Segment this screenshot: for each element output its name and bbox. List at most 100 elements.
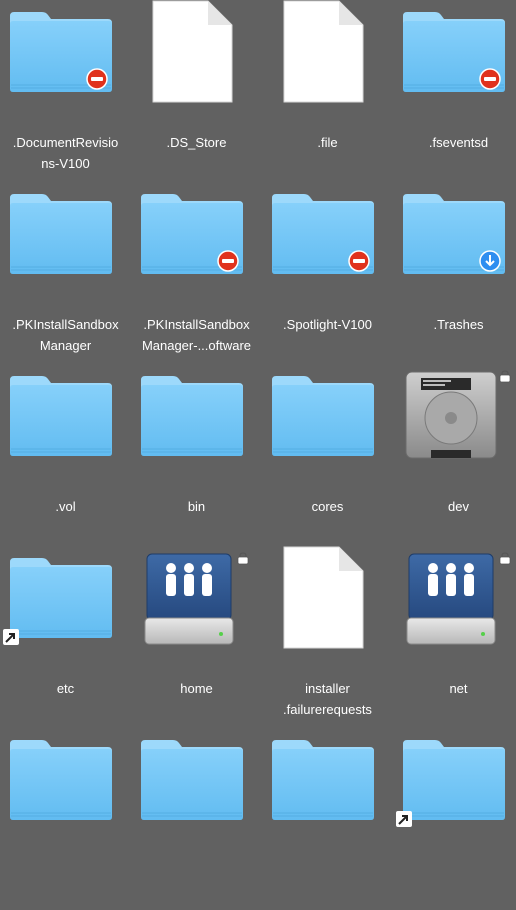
file-item-folder[interactable]: .Spotlight-V100 xyxy=(262,182,393,364)
file-item-icon[interactable] xyxy=(131,728,262,838)
file-item-folder[interactable] xyxy=(393,728,516,910)
file-item-document[interactable]: installer .failurerequests xyxy=(262,546,393,728)
file-item-label-line: home xyxy=(180,681,213,696)
file-item-icon[interactable] xyxy=(131,0,262,110)
file-item-icon[interactable] xyxy=(131,182,262,292)
folder-icon xyxy=(272,376,374,456)
file-item-document[interactable]: .DS_Store xyxy=(131,0,262,182)
file-item-icon[interactable] xyxy=(0,182,131,292)
folder-icon xyxy=(10,194,112,274)
file-item-label-line: cores xyxy=(311,499,344,514)
document-icon xyxy=(283,0,364,103)
internal-disk-icon xyxy=(405,371,497,459)
alias-arrow-icon xyxy=(3,629,19,645)
file-item-icon[interactable] xyxy=(393,364,516,474)
file-item-folder[interactable] xyxy=(131,728,262,910)
file-item-label-line: Manager xyxy=(39,338,92,353)
file-item-label[interactable]: .file xyxy=(262,132,393,153)
file-item-folder[interactable]: .PKInstallSandbox Manager-...oftware xyxy=(131,182,262,364)
file-item-folder[interactable] xyxy=(0,728,131,910)
file-item-icon[interactable] xyxy=(262,546,393,656)
file-item-label[interactable]: net xyxy=(393,678,516,699)
file-item-icon[interactable] xyxy=(393,728,516,838)
document-icon xyxy=(283,546,364,649)
file-item-label-line: net xyxy=(449,681,468,696)
file-item-icon[interactable] xyxy=(262,0,393,110)
file-item-label[interactable]: installer .failurerequests xyxy=(262,678,393,720)
file-item-icon[interactable] xyxy=(262,182,393,292)
file-item-label[interactable]: .Trashes xyxy=(393,314,516,335)
file-item-label-line: Manager-...oftware xyxy=(141,338,252,353)
folder-icon xyxy=(10,376,112,456)
file-item-label[interactable]: .Spotlight-V100 xyxy=(262,314,393,335)
file-item-label[interactable]: .PKInstallSandbox Manager-...oftware xyxy=(131,314,262,356)
file-item-label-line: .PKInstallSandbox xyxy=(143,317,250,332)
file-item-disk[interactable]: dev xyxy=(393,364,516,546)
file-item-label-line: .PKInstallSandbox xyxy=(12,317,119,332)
file-item-label-line: .DS_Store xyxy=(166,135,227,150)
file-item-label[interactable]: bin xyxy=(131,496,262,517)
file-item-label-line: .file xyxy=(317,135,338,150)
file-item-label-line: .Trashes xyxy=(433,317,484,332)
file-item-label-line: ns-V100 xyxy=(41,156,90,171)
file-item-icon[interactable] xyxy=(393,0,516,110)
file-item-label-line: .fseventsd xyxy=(428,135,489,150)
file-item-icon[interactable] xyxy=(0,728,131,838)
file-item-folder[interactable]: cores xyxy=(262,364,393,546)
file-item-label-line: .DocumentRevisio xyxy=(12,135,119,150)
file-item-label[interactable]: .fseventsd xyxy=(393,132,516,153)
file-item-label-line: dev xyxy=(448,499,469,514)
file-item-label-line: etc xyxy=(56,681,75,696)
no-entry-badge-icon xyxy=(479,68,501,90)
lock-icon xyxy=(237,552,249,565)
file-item-network-drive[interactable]: home xyxy=(131,546,262,728)
file-item-label[interactable]: home xyxy=(131,678,262,699)
file-item-icon[interactable] xyxy=(0,0,131,110)
file-item-folder[interactable]: .DocumentRevisio ns-V100 xyxy=(0,0,131,182)
network-drive-icon xyxy=(406,553,496,645)
file-item-folder[interactable]: .Trashes xyxy=(393,182,516,364)
no-entry-badge-icon xyxy=(348,250,370,272)
folder-icon xyxy=(141,376,243,456)
file-item-icon[interactable] xyxy=(262,364,393,474)
file-item-icon[interactable] xyxy=(131,546,262,656)
file-item-label[interactable]: dev xyxy=(393,496,516,517)
download-badge-icon xyxy=(479,250,501,272)
alias-arrow-icon xyxy=(396,811,412,827)
file-item-label[interactable]: .DocumentRevisio ns-V100 xyxy=(0,132,131,174)
folder-icon xyxy=(10,740,112,820)
file-item-label[interactable]: etc xyxy=(0,678,131,699)
file-item-label[interactable]: .DS_Store xyxy=(131,132,262,153)
folder-icon xyxy=(272,740,374,820)
document-icon xyxy=(152,0,233,103)
folder-icon xyxy=(403,740,505,820)
file-item-label-line: .failurerequests xyxy=(283,702,372,717)
file-item-icon[interactable] xyxy=(0,546,131,656)
file-item-icon[interactable] xyxy=(393,546,516,656)
folder-icon xyxy=(141,740,243,820)
file-item-label[interactable]: .PKInstallSandbox Manager xyxy=(0,314,131,356)
file-item-folder[interactable]: bin xyxy=(131,364,262,546)
file-item-label-line: .Spotlight-V100 xyxy=(283,317,372,332)
network-drive-icon xyxy=(144,553,234,645)
file-item-label[interactable]: cores xyxy=(262,496,393,517)
file-item-icon[interactable] xyxy=(262,728,393,838)
file-item-icon[interactable] xyxy=(0,364,131,474)
file-item-label[interactable]: .vol xyxy=(0,496,131,517)
file-item-document[interactable]: .file xyxy=(262,0,393,182)
file-item-folder[interactable]: .vol xyxy=(0,364,131,546)
no-entry-badge-icon xyxy=(217,250,239,272)
file-item-folder[interactable] xyxy=(262,728,393,910)
folder-icon xyxy=(10,558,112,638)
file-item-label-line: .vol xyxy=(55,499,76,514)
file-item-label-line: installer xyxy=(305,681,350,696)
file-item-label-line: bin xyxy=(187,499,206,514)
file-item-icon[interactable] xyxy=(393,182,516,292)
file-item-network-drive[interactable]: net xyxy=(393,546,516,728)
file-item-icon[interactable] xyxy=(131,364,262,474)
lock-icon xyxy=(499,552,511,565)
file-item-folder[interactable]: .PKInstallSandbox Manager xyxy=(0,182,131,364)
file-item-folder[interactable]: etc xyxy=(0,546,131,728)
file-item-folder[interactable]: .fseventsd xyxy=(393,0,516,182)
no-entry-badge-icon xyxy=(86,68,108,90)
